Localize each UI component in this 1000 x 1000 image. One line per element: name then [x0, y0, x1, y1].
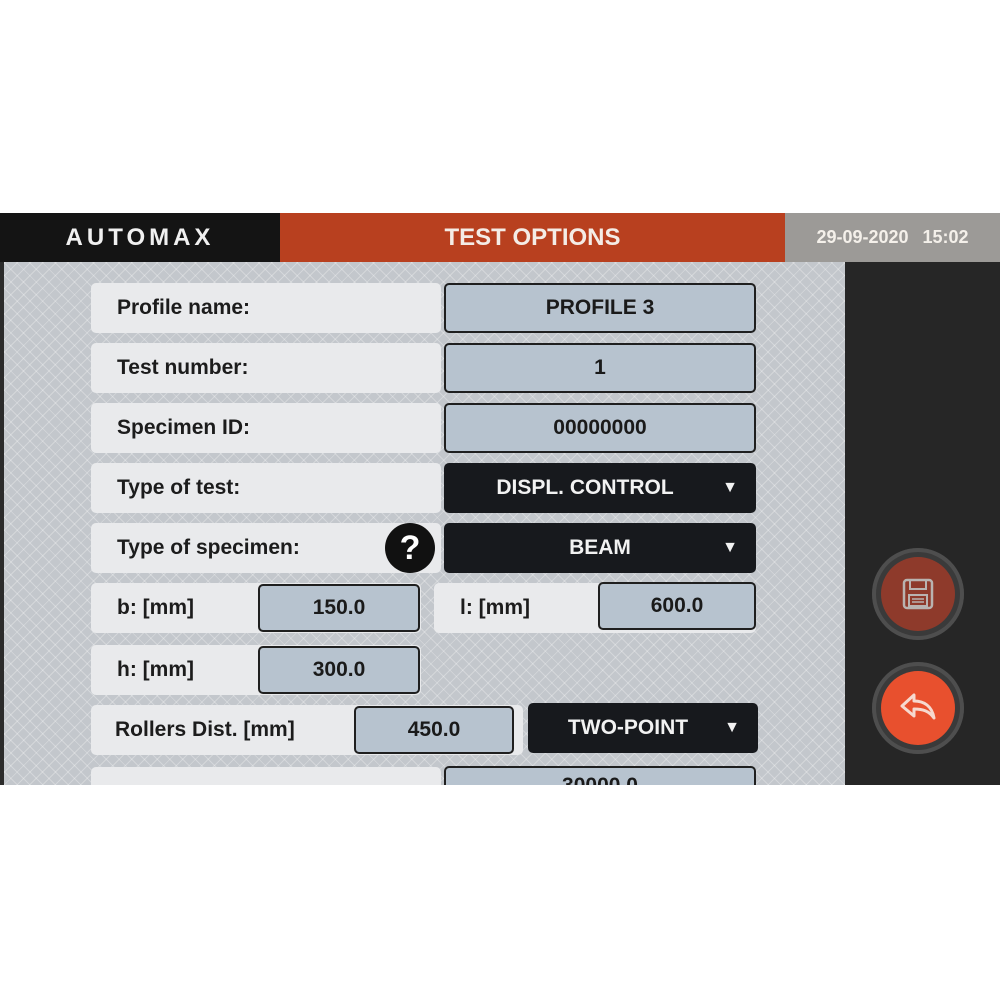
test-number-field[interactable]: 1: [444, 343, 756, 393]
rollers-mode-dropdown[interactable]: TWO-POINT ▼: [528, 703, 758, 753]
device-screen: AUTOMAX TEST OPTIONS 29-09-2020 15:02 Pr…: [0, 213, 1000, 785]
back-button-face: [881, 671, 955, 745]
page-title: TEST OPTIONS: [280, 213, 785, 262]
specimen-id-label: Specimen ID:: [91, 403, 441, 453]
save-button-face: [881, 557, 955, 631]
header-bar: AUTOMAX TEST OPTIONS 29-09-2020 15:02: [0, 213, 1000, 262]
type-of-specimen-value: BEAM: [569, 536, 631, 559]
save-icon: [902, 578, 934, 610]
form-panel: Profile name: PROFILE 3 Test number: 1 S…: [4, 262, 845, 785]
rollers-dist-field[interactable]: 450.0: [354, 706, 514, 754]
type-of-specimen-dropdown[interactable]: BEAM ▼: [444, 523, 756, 573]
type-of-test-value: DISPL. CONTROL: [496, 476, 674, 499]
specimen-id-field[interactable]: 00000000: [444, 403, 756, 453]
chevron-down-icon: ▼: [724, 719, 740, 736]
h-field[interactable]: 300.0: [258, 646, 420, 694]
help-icon[interactable]: ?: [385, 523, 435, 573]
date-text: 29-09-2020: [816, 227, 909, 247]
l-field[interactable]: 600.0: [598, 582, 756, 630]
time-text: 15:02: [922, 227, 969, 247]
chevron-down-icon: ▼: [722, 479, 738, 496]
chevron-down-icon: ▼: [722, 539, 738, 556]
partial-row-label: [91, 767, 441, 785]
back-button[interactable]: [872, 662, 964, 754]
rollers-mode-value: TWO-POINT: [567, 716, 689, 739]
b-field[interactable]: 150.0: [258, 584, 420, 632]
brand-logo: AUTOMAX: [0, 213, 280, 262]
profile-name-field[interactable]: PROFILE 3: [444, 283, 756, 333]
save-button[interactable]: [872, 548, 964, 640]
datetime: 29-09-2020 15:02: [785, 213, 1000, 262]
right-sidebar: [845, 262, 1000, 785]
type-of-test-label: Type of test:: [91, 463, 441, 513]
type-of-test-dropdown[interactable]: DISPL. CONTROL ▼: [444, 463, 756, 513]
partial-row-field[interactable]: 30000.0: [444, 766, 756, 785]
test-number-label: Test number:: [91, 343, 441, 393]
profile-name-label: Profile name:: [91, 283, 441, 333]
back-arrow-icon: [900, 693, 936, 720]
